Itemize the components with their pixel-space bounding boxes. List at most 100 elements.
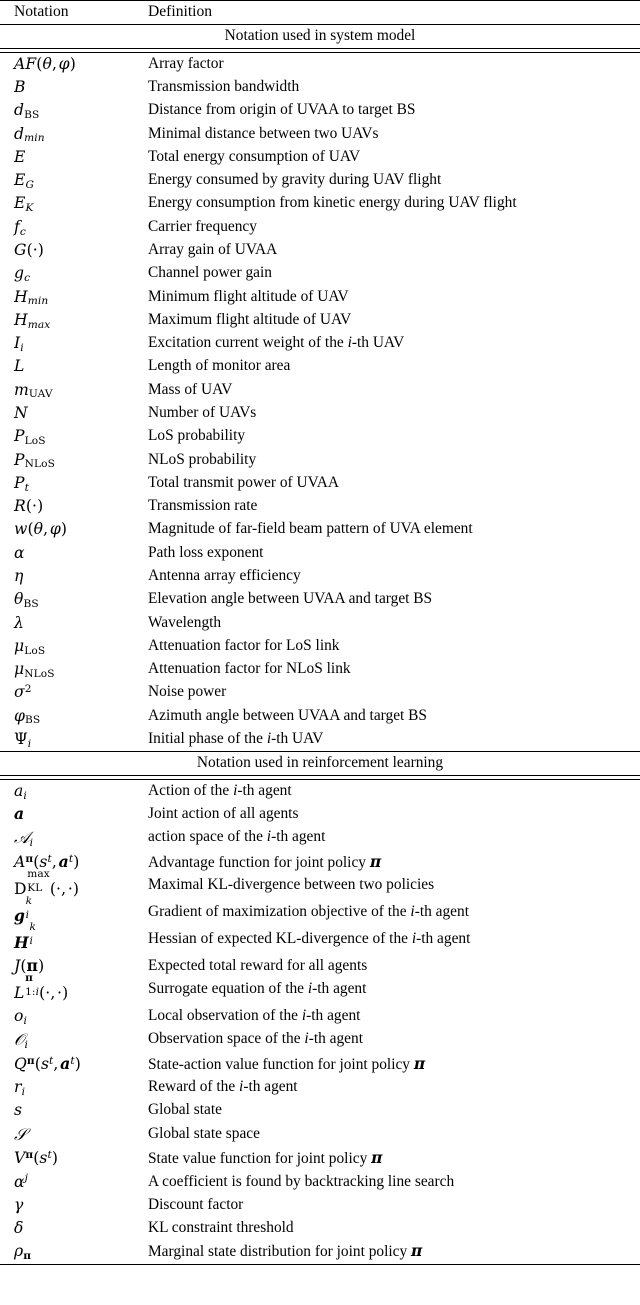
- table-row: dBS Distance from origin of UVAA to targ…: [0, 99, 640, 122]
- table-row: μNLoS Attenuation factor for NLoS link: [0, 658, 640, 681]
- notation-cell: μLoS: [14, 636, 46, 657]
- notation-cell: mUAV: [14, 380, 53, 401]
- notation-cell: a: [14, 804, 25, 824]
- definition-cell: Maximal KL-divergence between two polici…: [148, 876, 435, 894]
- definition-cell: State-action value function for joint po…: [148, 1054, 426, 1073]
- notation-cell: λ: [14, 613, 24, 632]
- section-header-system-model: Notation used in system model: [0, 25, 640, 49]
- table-header-row: Notation Definition: [0, 1, 640, 25]
- definition-cell: Total energy consumption of UAV: [148, 147, 361, 165]
- definition-cell: Path loss exponent: [148, 543, 264, 561]
- definition-cell: Array gain of UVAA: [148, 241, 278, 259]
- table-row: oi Local observation of the i-th agent: [0, 1005, 640, 1028]
- definition-cell: Noise power: [148, 683, 227, 701]
- definition-cell: Joint action of all agents: [148, 805, 299, 823]
- section-title: Notation used in system model: [224, 27, 416, 44]
- notation-cell: Pt: [14, 473, 29, 494]
- notation-cell: B: [14, 78, 26, 97]
- table-row: EK Energy consumption from kinetic energ…: [0, 192, 640, 215]
- section-title: Notation used in reinforcement learning: [196, 754, 444, 772]
- notation-cell: δ: [14, 1219, 24, 1238]
- definition-cell: Length of monitor area: [148, 357, 291, 375]
- table-row: η Antenna array efficiency: [0, 565, 640, 588]
- notation-cell: dmin: [14, 124, 45, 145]
- notation-cell: L: [14, 357, 25, 376]
- table-row: Ii Excitation current weight of the i-th…: [0, 332, 640, 355]
- table-row: B Transmission bandwidth: [0, 76, 640, 99]
- definition-cell: Total transmit power of UVAA: [148, 473, 339, 491]
- table-row: Vπ(st) State value function for joint po…: [0, 1147, 640, 1171]
- notation-cell: α: [14, 543, 25, 562]
- definition-cell: Attenuation factor for NLoS link: [148, 660, 351, 678]
- table-row: Dmax KL (·, ·) Maximal KL-divergence betwe…: [0, 869, 640, 901]
- notation-cell: ai: [14, 781, 27, 802]
- notation-table: Notation Definition Notation used in sys…: [0, 0, 640, 1265]
- notation-cell: Lπ 1:i (·, ·): [14, 971, 69, 1002]
- table-row: E Total energy consumption of UAV: [0, 146, 640, 169]
- definition-cell: Carrier frequency: [148, 217, 257, 235]
- notation-table-container: Notation Definition Notation used in sys…: [0, 0, 640, 1265]
- definition-cell: Maximum flight altitude of UAV: [148, 310, 352, 328]
- notation-cell: ri: [14, 1078, 26, 1098]
- definition-cell: Reward of the i-th agent: [148, 1078, 298, 1096]
- notation-cell: PLoS: [14, 427, 46, 448]
- table-row: 𝒜i action space of the i-th agent: [0, 826, 640, 850]
- notation-cell: fc: [14, 217, 26, 238]
- table-row: PLoS LoS probability: [0, 425, 640, 448]
- table-row: gki Gradient of maximization objective o…: [0, 895, 640, 928]
- definition-cell: Discount factor: [148, 1195, 244, 1213]
- table-row: Aπ(st, at) Advantage function for joint …: [0, 850, 640, 874]
- column-header-notation: Notation: [14, 3, 69, 20]
- definition-cell: Transmission bandwidth: [148, 78, 300, 96]
- notation-cell: G(·): [14, 241, 44, 260]
- definition-cell: Channel power gain: [148, 264, 272, 282]
- definition-cell: Attenuation factor for LoS link: [148, 636, 340, 654]
- table-row: σ2 Noise power: [0, 681, 640, 704]
- definition-cell: Hessian of expected KL-divergence of the…: [148, 929, 471, 947]
- notation-cell: σ2: [14, 683, 32, 702]
- table-row: ri Reward of the i-th agent: [0, 1076, 640, 1099]
- table-row: a Joint action of all agents: [0, 803, 640, 826]
- definition-cell: Number of UAVs: [148, 404, 257, 421]
- table-row: EG Energy consumed by gravity during UAV…: [0, 169, 640, 192]
- definition-cell: Mass of UAV: [148, 380, 233, 398]
- table-row: Hki Hessian of expected KL-divergence of…: [0, 922, 640, 955]
- notation-cell: φBS: [14, 706, 41, 727]
- table-row: mUAV Mass of UAV: [0, 379, 640, 402]
- definition-cell: action space of the i-th agent: [148, 828, 326, 846]
- definition-cell: Minimum flight altitude of UAV: [148, 287, 349, 305]
- definition-cell: Gradient of maximization objective of th…: [148, 903, 469, 921]
- table-row: θBS Elevation angle between UVAA and tar…: [0, 588, 640, 611]
- notation-cell: Hmin: [14, 287, 49, 308]
- definition-cell: Global state space: [148, 1124, 260, 1142]
- table-row: L Length of monitor area: [0, 355, 640, 378]
- definition-cell: Observation space of the i-th agent: [148, 1030, 363, 1048]
- notation-cell: dBS: [14, 101, 40, 122]
- table-row: Hmin Minimum flight altitude of UAV: [0, 285, 640, 308]
- table-row: αj A coefficient is found by backtrackin…: [0, 1170, 640, 1193]
- table-row: R(·) Transmission rate: [0, 495, 640, 518]
- table-row: Hmax Maximum flight altitude of UAV: [0, 309, 640, 332]
- definition-cell: NLoS probability: [148, 450, 257, 468]
- definition-cell: A coefficient is found by backtracking l…: [148, 1172, 455, 1190]
- table-row: s Global state: [0, 1099, 640, 1122]
- table-row: ρπ Marginal state distribution for joint…: [0, 1240, 640, 1264]
- notation-cell: EG: [14, 171, 35, 191]
- notation-cell: Ψi: [14, 729, 32, 750]
- definition-cell: KL constraint threshold: [148, 1219, 294, 1237]
- definition-cell: Array factor: [148, 54, 224, 72]
- table-row: Pt Total transmit power of UVAA: [0, 472, 640, 495]
- notation-cell: Qπ(st, at): [14, 1053, 81, 1073]
- notation-cell: Ii: [14, 334, 24, 354]
- notation-cell: 𝒜i: [14, 828, 34, 850]
- definition-cell: Transmission rate: [148, 497, 258, 515]
- notation-cell: w(θ, φ): [14, 520, 68, 539]
- column-header-definition: Definition: [148, 3, 213, 20]
- notation-cell: PNLoS: [14, 450, 55, 471]
- table-row: γ Discount factor: [0, 1194, 640, 1217]
- definition-cell: Wavelength: [148, 613, 222, 631]
- notation-cell: Hmax: [14, 310, 51, 331]
- definition-cell: Distance from origin of UVAA to target B…: [148, 101, 416, 119]
- notation-cell: E: [14, 147, 26, 166]
- definition-cell: LoS probability: [148, 427, 246, 445]
